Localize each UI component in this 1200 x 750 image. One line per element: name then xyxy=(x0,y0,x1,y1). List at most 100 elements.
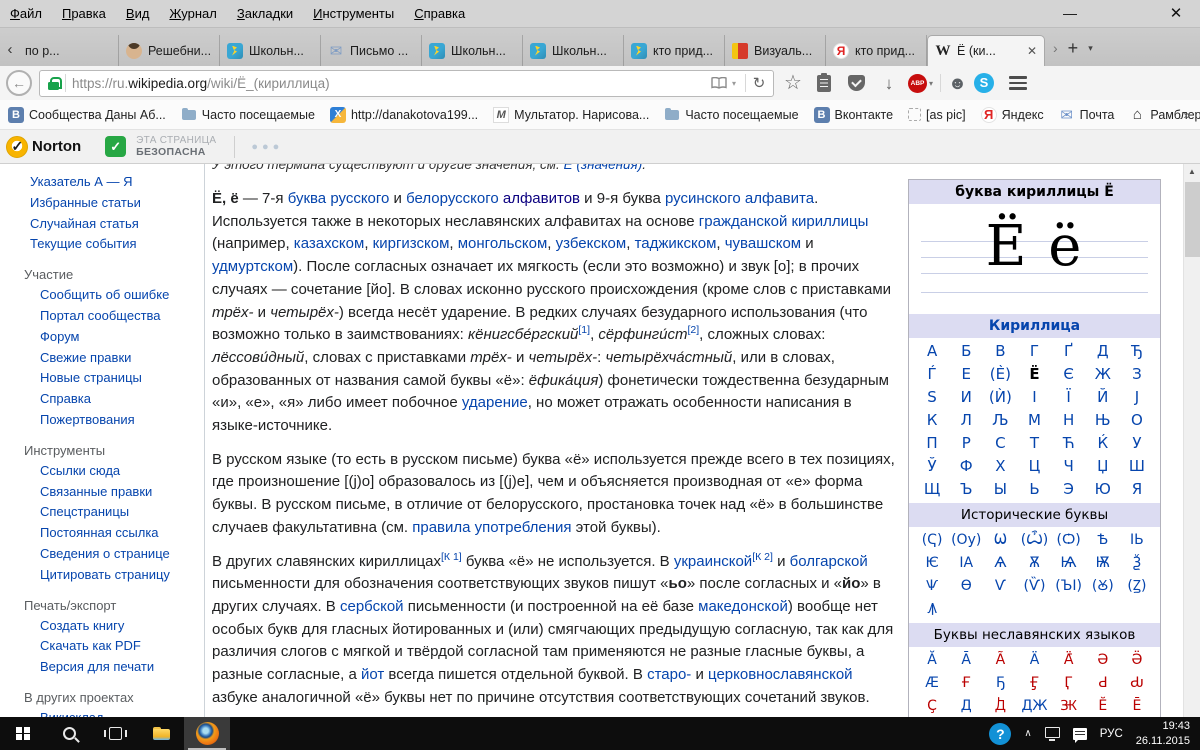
new-tab-button[interactable]: + xyxy=(1068,38,1079,59)
article-link[interactable]: таджикском xyxy=(635,235,717,252)
letter-cell[interactable]: Ѫ xyxy=(1017,552,1051,575)
letter-cell[interactable]: Џ xyxy=(1086,455,1120,478)
tab-active[interactable]: WЁ (ки...✕ xyxy=(927,35,1045,66)
letter-cell[interactable]: (Ꙁ) xyxy=(1120,575,1154,598)
tab-close-icon[interactable]: ✕ xyxy=(1025,44,1037,58)
letter-cell[interactable]: Ќ xyxy=(1086,432,1120,455)
reload-icon[interactable]: ↻ xyxy=(751,76,767,91)
letter-cell[interactable]: (Ѐ) xyxy=(983,363,1017,386)
sidebar-link[interactable]: Новые страницы xyxy=(40,368,204,389)
article-link[interactable]: йот xyxy=(361,666,384,683)
article-link[interactable]: белорусского xyxy=(406,190,499,207)
menu-item-вид[interactable]: Вид xyxy=(116,6,160,21)
article-link[interactable]: русинского алфавита xyxy=(665,190,814,207)
letter-cell[interactable]: Д xyxy=(949,695,983,717)
bookmark-item[interactable]: ММультатор. Нарисова... xyxy=(493,107,649,123)
letter-cell[interactable]: М xyxy=(1017,409,1051,432)
letter-cell[interactable]: Ѳ xyxy=(949,575,983,598)
menu-item-инструменты[interactable]: Инструменты xyxy=(303,6,404,21)
bookmark-item[interactable]: Часто посещаемые xyxy=(664,107,798,123)
sidebar-link[interactable]: Создать книгу xyxy=(40,616,204,637)
letter-cell[interactable]: Ж xyxy=(1086,363,1120,386)
article-link[interactable]: правила употребления xyxy=(412,519,571,536)
download-icon[interactable]: ↓ xyxy=(877,75,901,92)
letter-cell[interactable]: Щ xyxy=(915,478,949,501)
article-link[interactable]: македонской xyxy=(698,598,788,615)
letter-cell[interactable]: Э xyxy=(1052,478,1086,501)
sidebar-link[interactable]: Цитировать страницу xyxy=(40,565,204,586)
letter-cell[interactable]: Й xyxy=(1086,386,1120,409)
sidebar-link[interactable]: Сведения о странице xyxy=(40,544,204,565)
letter-cell[interactable]: Ā xyxy=(949,649,983,672)
article-link[interactable]: гражданской кириллицы xyxy=(699,213,869,230)
letter-cell[interactable]: С xyxy=(983,432,1017,455)
tab-scroll-left-icon[interactable]: ‹ xyxy=(2,36,18,66)
pocket-icon[interactable] xyxy=(848,75,865,91)
url-text[interactable]: https://ru.wikipedia.org/wiki/Ё_(кирилли… xyxy=(72,76,705,91)
letter-cell[interactable]: Ь xyxy=(1017,478,1051,501)
close-button[interactable]: ✕ xyxy=(1156,0,1196,27)
letter-cell[interactable]: (Ѷ) xyxy=(1017,575,1051,598)
letter-cell[interactable]: Н xyxy=(1052,409,1086,432)
article-link[interactable]: [1] xyxy=(578,324,590,336)
sidebar-link[interactable]: Скачать как PDF xyxy=(40,636,204,657)
article-link[interactable]: [К 1] xyxy=(441,551,462,563)
tab[interactable]: Школьн... xyxy=(523,35,624,66)
letter-cell[interactable]: Ē xyxy=(1120,695,1154,717)
tab[interactable]: Визуаль... xyxy=(725,35,826,66)
sidebar-link[interactable]: Сообщить об ошибке xyxy=(40,285,204,306)
letter-cell[interactable]: Ш xyxy=(1120,455,1154,478)
letter-cell[interactable]: О xyxy=(1120,409,1154,432)
tab[interactable]: Якто прид... xyxy=(826,35,927,66)
article-link[interactable]: [2] xyxy=(687,324,699,336)
article-link[interactable]: болгарской xyxy=(790,553,868,570)
letter-cell[interactable]: Т xyxy=(1017,432,1051,455)
letter-cell[interactable]: Ԁ xyxy=(1086,672,1120,695)
letter-cell[interactable]: (Оу) xyxy=(949,529,983,552)
https-lock-icon[interactable] xyxy=(48,77,59,90)
scrollbar-thumb[interactable] xyxy=(1185,182,1200,257)
tab[interactable]: Школьн... xyxy=(220,35,321,66)
article-link[interactable]: [К 2] xyxy=(752,551,773,563)
adblock-caret-icon[interactable]: ▾ xyxy=(929,79,933,88)
letter-cell[interactable]: Ђ xyxy=(1120,340,1154,363)
letter-cell[interactable]: Ґ xyxy=(1052,340,1086,363)
letter-cell[interactable]: Ѓ xyxy=(915,363,949,386)
letter-cell[interactable]: Ꙟ xyxy=(915,598,949,621)
article-link[interactable]: чувашском xyxy=(725,235,801,252)
letter-cell[interactable]: В xyxy=(983,340,1017,363)
letter-cell[interactable]: Ã xyxy=(983,649,1017,672)
letter-cell[interactable]: Љ xyxy=(983,409,1017,432)
minimize-button[interactable]: — xyxy=(1050,0,1090,27)
letter-cell[interactable]: ІА xyxy=(949,552,983,575)
bookmark-item[interactable]: ЯЯндекс xyxy=(981,107,1044,123)
letter-cell[interactable]: ІЬ xyxy=(1120,529,1154,552)
letter-cell[interactable]: (ЪІ) xyxy=(1052,575,1086,598)
letter-cell[interactable]: Ә xyxy=(1086,649,1120,672)
article-link[interactable]: казахском xyxy=(294,235,365,252)
article-link[interactable]: украинской xyxy=(674,553,752,570)
article-link[interactable]: ударение xyxy=(462,394,528,411)
menu-item-справка[interactable]: Справка xyxy=(404,6,475,21)
letter-specimen-image[interactable]: Ё ё xyxy=(913,206,1156,312)
letter-cell[interactable]: Ӓ xyxy=(1017,649,1051,672)
letter-cell[interactable]: Ъ xyxy=(949,478,983,501)
letter-cell[interactable]: Є xyxy=(1052,363,1086,386)
sidebar-link[interactable]: Справка xyxy=(40,389,204,410)
sidebar-link[interactable]: Случайная статья xyxy=(30,214,204,235)
hamburger-menu-icon[interactable] xyxy=(1009,76,1027,90)
letter-cell[interactable]: Я xyxy=(1120,478,1154,501)
bookmark-star-icon[interactable]: ☆ xyxy=(781,73,805,93)
adblock-plus-icon[interactable]: ABP xyxy=(908,74,927,93)
bookmark-item[interactable]: ВВконтакте xyxy=(814,107,893,123)
article-link[interactable]: старо- xyxy=(647,666,691,683)
letter-cell[interactable]: Р xyxy=(949,432,983,455)
show-hidden-icons-chevron[interactable]: ∧ xyxy=(1024,728,1031,739)
letter-cell[interactable]: Ԃ xyxy=(1120,672,1154,695)
letter-cell[interactable]: Л xyxy=(949,409,983,432)
clipboard-icon[interactable] xyxy=(817,75,831,92)
sidebar-link[interactable]: Свежие правки xyxy=(40,348,204,369)
letter-cell[interactable]: И xyxy=(949,386,983,409)
infobox-section-header[interactable]: Кириллица xyxy=(909,314,1160,338)
letter-cell[interactable]: Ѕ xyxy=(915,386,949,409)
